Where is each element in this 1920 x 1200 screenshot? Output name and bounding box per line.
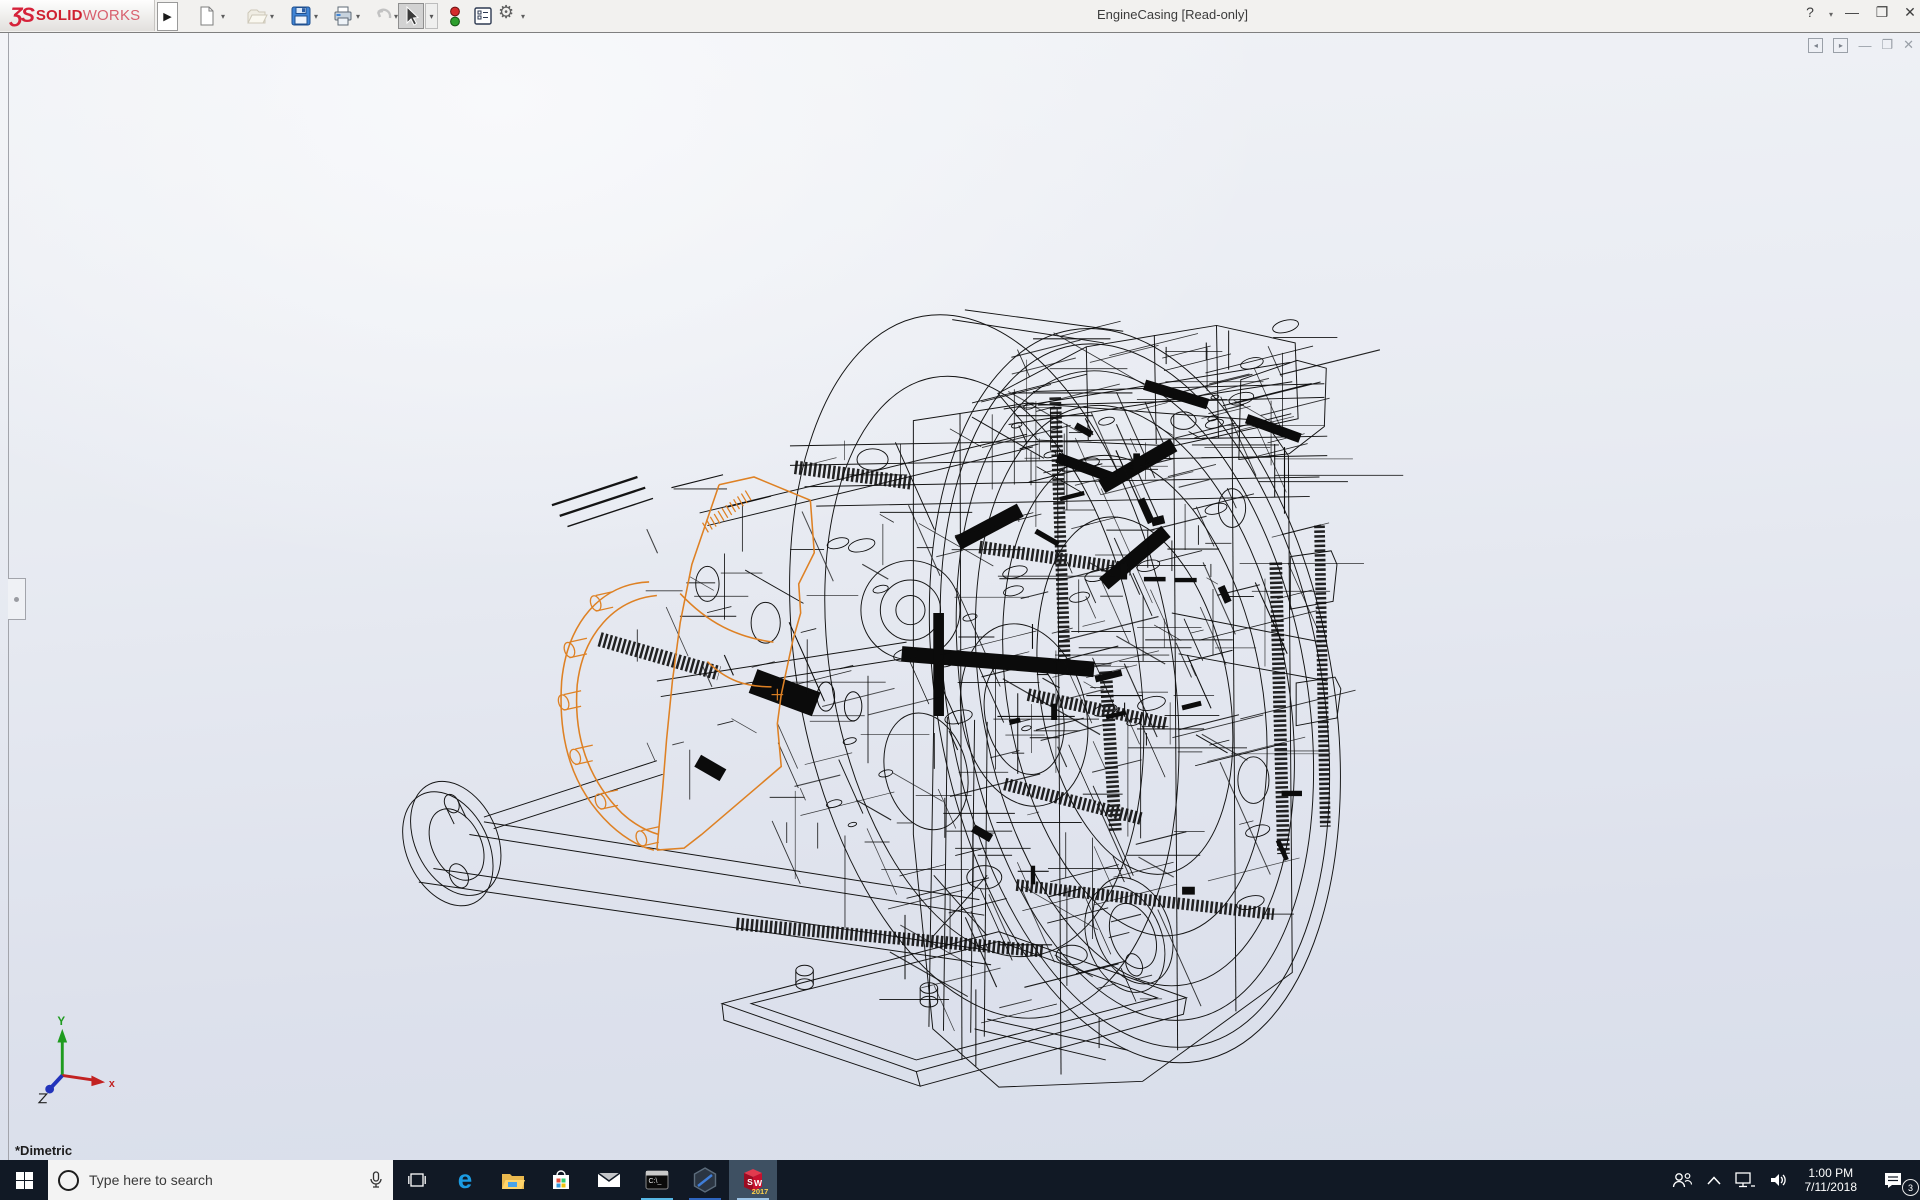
- people-button[interactable]: [1664, 1160, 1700, 1200]
- triad-x-label: x: [109, 1078, 115, 1090]
- start-button[interactable]: [0, 1160, 48, 1200]
- open-document-button[interactable]: [246, 5, 268, 27]
- chevron-up-icon: [1707, 1176, 1721, 1185]
- search-box[interactable]: Type here to search: [48, 1160, 393, 1200]
- action-center-icon: [1883, 1171, 1903, 1189]
- brand-solid: SOLID: [36, 7, 83, 24]
- solidworks-2017-icon: S W 2017: [738, 1165, 768, 1195]
- svg-text:e: e: [458, 1167, 472, 1193]
- cortana-icon: [58, 1170, 79, 1191]
- taskbar-item-mail[interactable]: [585, 1160, 633, 1200]
- save-button[interactable]: [290, 5, 312, 27]
- print-button[interactable]: [332, 5, 354, 27]
- view-orientation-label: *Dimetric: [15, 1143, 72, 1158]
- document-window-controls: ◂ ▸ — ❐ ✕: [1808, 36, 1914, 54]
- mail-icon: [597, 1171, 621, 1189]
- svg-text:C:\_: C:\_: [649, 1178, 662, 1185]
- taskbar-item-store[interactable]: [537, 1160, 585, 1200]
- panel-tab-grip-icon: [14, 597, 19, 602]
- restore-button[interactable]: ❐: [1870, 4, 1894, 21]
- taskbar-item-command-prompt[interactable]: C:\_: [633, 1160, 681, 1200]
- brand-works: WORKS: [83, 7, 141, 24]
- task-view-button[interactable]: [393, 1160, 441, 1200]
- windows-logo-icon: [16, 1172, 33, 1189]
- windows-taskbar: Type here to search e: [0, 1160, 1920, 1200]
- clock[interactable]: 1:00 PM 7/11/2018: [1796, 1166, 1867, 1194]
- select-tool-button[interactable]: [398, 3, 424, 29]
- system-tray: 1:00 PM 7/11/2018 3: [1664, 1160, 1920, 1200]
- solidworks-logo: ƷS SOLIDWORKS: [0, 0, 155, 31]
- open-document-dropdown[interactable]: ▾: [270, 12, 274, 21]
- selected-component-highlight[interactable]: [556, 477, 814, 850]
- edge-icon: e: [452, 1167, 478, 1193]
- taskbar-item-hexagon-app[interactable]: [681, 1160, 729, 1200]
- wireframe-model[interactable]: Y x: [0, 33, 1920, 1160]
- collapse-right-icon[interactable]: ▸: [1833, 38, 1848, 53]
- save-dropdown[interactable]: ▾: [314, 12, 318, 21]
- select-tool-dropdown[interactable]: ▾: [425, 3, 438, 29]
- taskbar-item-solidworks[interactable]: S W 2017: [729, 1160, 777, 1200]
- doc-restore-button[interactable]: ❐: [1881, 37, 1893, 53]
- collapsed-panel-tab[interactable]: [8, 578, 26, 620]
- volume-button[interactable]: [1762, 1160, 1796, 1200]
- svg-text:2017: 2017: [752, 1187, 768, 1195]
- dassault-3ds-logo-icon: ƷS: [10, 4, 33, 28]
- print-dropdown[interactable]: ▾: [356, 12, 360, 21]
- graphics-viewport[interactable]: Y x ◂ ▸ — ❐ ✕ *Dimetric: [0, 33, 1920, 1160]
- options-dropdown[interactable]: ▾: [521, 12, 525, 21]
- notification-badge: 3: [1902, 1179, 1919, 1196]
- doc-minimize-button[interactable]: —: [1858, 38, 1871, 53]
- undo-button[interactable]: [372, 5, 394, 27]
- tray-time: 1:00 PM: [1808, 1166, 1853, 1180]
- help-button[interactable]: ?: [1798, 4, 1822, 20]
- volume-icon: [1769, 1172, 1789, 1188]
- new-document-dropdown[interactable]: ▾: [221, 12, 225, 21]
- microphone-icon[interactable]: [369, 1171, 383, 1189]
- doc-close-button[interactable]: ✕: [1903, 37, 1914, 53]
- file-explorer-icon: [501, 1170, 525, 1190]
- reference-triad-icon: Y x: [39, 1015, 115, 1103]
- hexagon-app-icon: [692, 1167, 718, 1193]
- solidworks-screen: { "titlebar": { "brand": {"glyph": "ƷS",…: [0, 0, 1920, 1200]
- task-view-icon: [408, 1172, 426, 1188]
- taskbar-item-edge[interactable]: e: [441, 1160, 489, 1200]
- minimize-button[interactable]: —: [1840, 4, 1864, 20]
- tray-date: 7/11/2018: [1805, 1180, 1858, 1194]
- window-title: EngineCasing [Read-only]: [1097, 7, 1248, 22]
- action-center-button[interactable]: 3: [1866, 1160, 1920, 1200]
- svg-text:S: S: [747, 1177, 753, 1187]
- hidden-icons-button[interactable]: [1700, 1160, 1728, 1200]
- network-button[interactable]: [1728, 1160, 1762, 1200]
- display-status-icon[interactable]: [447, 5, 469, 27]
- people-icon: [1671, 1171, 1693, 1189]
- triad-y-label: Y: [57, 1015, 65, 1028]
- search-placeholder-text: Type here to search: [89, 1172, 359, 1188]
- collapse-left-icon[interactable]: ◂: [1808, 38, 1823, 53]
- title-bar: ƷS SOLIDWORKS ▶ ▾ ▾ ▾ ▾ ▾ ▾ ⚙ ▾ EngineCa…: [0, 0, 1920, 33]
- command-prompt-icon: C:\_: [645, 1170, 669, 1190]
- network-icon: [1735, 1172, 1755, 1188]
- options-gear-icon[interactable]: ⚙: [498, 2, 520, 24]
- close-button[interactable]: ✕: [1898, 4, 1920, 21]
- help-dropdown[interactable]: ▾: [1826, 10, 1836, 19]
- file-properties-button[interactable]: [472, 5, 494, 27]
- taskbar-item-file-explorer[interactable]: [489, 1160, 537, 1200]
- new-document-button[interactable]: [196, 5, 218, 27]
- menu-expand-button[interactable]: ▶: [157, 2, 178, 31]
- store-icon: [550, 1169, 572, 1191]
